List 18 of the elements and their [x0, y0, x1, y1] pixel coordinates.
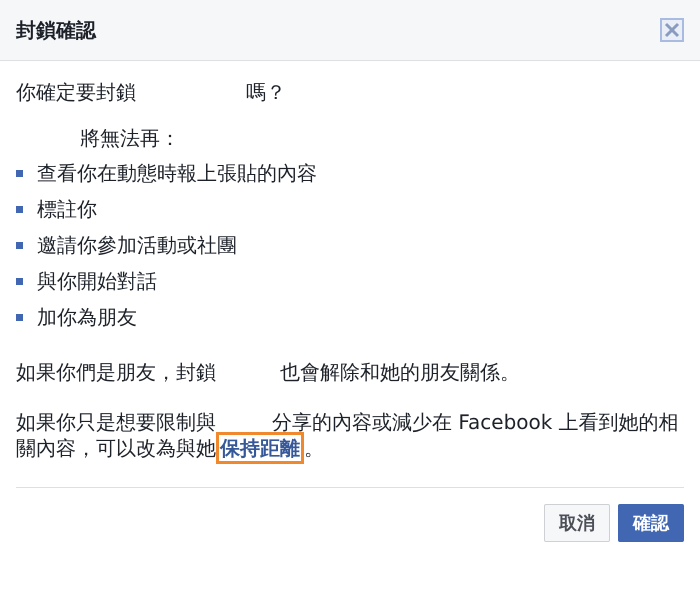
bullet-icon	[16, 206, 23, 212]
restriction-item: 標註你	[37, 196, 97, 222]
confirm-question: 你確定要封鎖 嗎？	[16, 79, 287, 105]
bullet-icon	[16, 314, 23, 320]
restriction-item: 加你為朋友	[37, 304, 137, 330]
cancel-button[interactable]: 取消	[544, 504, 610, 542]
confirm-button[interactable]: 確認	[618, 504, 684, 542]
bullet-icon	[16, 242, 23, 248]
bullet-icon	[16, 278, 23, 284]
restriction-item: 與你開始對話	[37, 268, 157, 294]
restriction-item: 邀請你參加活動或社團	[37, 232, 237, 258]
restriction-item: 查看你在動態時報上張貼的內容	[37, 160, 317, 186]
bullet-icon	[16, 170, 23, 176]
friends-note: 如果你們是朋友，封鎖 也會解除和她的朋友關係。	[16, 359, 521, 385]
limit-note: 如果你只是想要限制與 分享的內容或減少在 Facebook 上看到她的相關內容，可以改為與她 保持距離 。	[16, 409, 684, 461]
close-icon[interactable]	[660, 18, 684, 42]
dialog-title: 封鎖確認	[16, 16, 96, 44]
list-intro: 將無法再：	[79, 125, 181, 151]
